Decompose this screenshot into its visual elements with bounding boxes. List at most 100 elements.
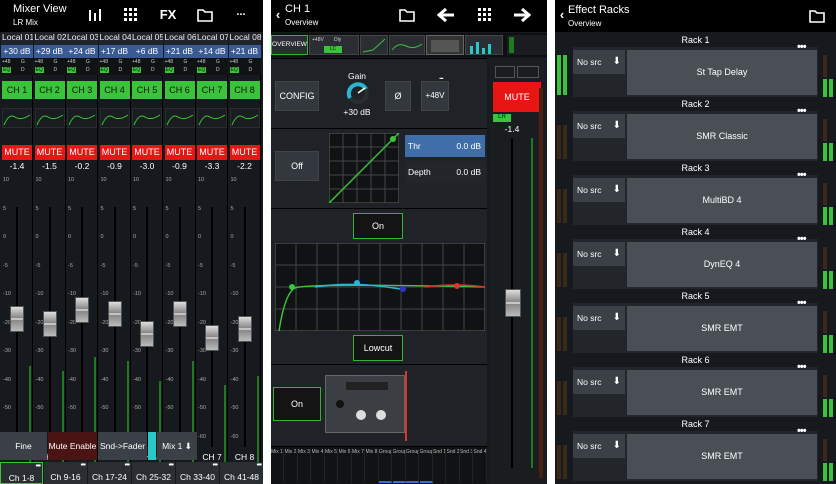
strip-fader-knob[interactable] [237,315,252,342]
strip-mute-button[interactable]: MUTE [197,145,227,160]
bank-menu-dots-icon[interactable]: ••• [213,455,218,477]
rack-effect-slot[interactable]: St Tap Delay [627,50,817,95]
tab-eq[interactable] [389,35,425,55]
gain-knob[interactable] [345,81,371,105]
send-slot[interactable]: Mix 2 [285,449,298,483]
bank-menu-dots-icon[interactable]: ••• [257,455,262,477]
send-slot[interactable]: Mix 7 [352,449,365,483]
more-button[interactable]: ... [232,6,250,18]
rack-source-select[interactable]: No src ⬇ [573,178,625,202]
back-chevron-icon[interactable]: ‹ [557,7,567,22]
bank-button[interactable]: Ch 33-40 ••• [176,462,219,484]
bank-menu-dots-icon[interactable]: ••• [125,455,130,477]
rack-source-select[interactable]: No src ⬇ [573,242,625,266]
folder-icon[interactable] [197,8,213,22]
strip-eq-curve[interactable] [164,108,195,128]
depth-param[interactable]: Depth 0.0 dB [405,161,485,183]
eq-on-button[interactable]: On [353,213,403,239]
strip-mute-button[interactable]: MUTE [164,145,195,160]
tab-gate[interactable] [360,35,388,55]
rack-menu-dots-icon[interactable]: ••• [797,169,807,181]
bank-menu-dots-icon[interactable]: ••• [81,455,86,477]
strip-gain-value[interactable]: +17 dB [98,45,131,58]
eq-graph[interactable] [275,243,485,331]
strip-gain-value[interactable]: +29 dB [33,45,66,58]
strip-mute-button[interactable]: MUTE [229,145,260,160]
strip-gain-value[interactable]: +14 dB [196,45,228,58]
lowcut-button[interactable]: Lowcut [353,335,403,361]
arrow-left-icon[interactable] [437,8,455,22]
phantom-button[interactable]: +48V [421,81,449,111]
send-slot[interactable]: Mix 6 [339,449,352,483]
grid-icon[interactable] [478,8,492,22]
channel-mute-button[interactable]: MUTE [493,82,541,112]
rack-effect-slot[interactable]: MultiBD 4 [627,178,817,223]
strip-input-source[interactable]: Local 07 [196,32,228,45]
bank-menu-dots-icon[interactable]: ••• [169,455,174,477]
rack-menu-dots-icon[interactable]: ••• [797,361,807,373]
send-slot[interactable]: Group 2 [392,449,406,483]
strip-eq-curve[interactable] [197,108,227,128]
mix-select-button[interactable]: Mix 1 ⬇ [157,432,197,460]
send-slot[interactable]: Group 3 [406,449,419,483]
gate-graph[interactable] [329,133,399,203]
grid-icon[interactable] [124,8,138,22]
rack-menu-dots-icon[interactable]: ••• [797,233,807,245]
strip-eq-curve[interactable] [2,108,32,128]
rack-effect-slot[interactable]: SMR Classic [627,114,817,159]
rack-menu-dots-icon[interactable]: ••• [797,425,807,437]
strip-eq-curve[interactable] [132,108,162,128]
strip-mute-button[interactable]: MUTE [67,145,97,160]
bank-button[interactable]: Ch 25-32 ••• [132,462,175,484]
strip-channel-label[interactable]: CH 8 [229,81,260,99]
fx-device-thumbnail[interactable] [325,375,405,433]
bank-button[interactable]: Ch 41-48 ••• [220,462,263,484]
strip-input-source[interactable]: Local 04 [98,32,131,45]
strip-gain-value[interactable]: +6 dB [131,45,163,58]
strip-channel-label[interactable]: CH 2 [34,81,65,99]
rack-effect-slot[interactable]: DynEQ 4 [627,242,817,287]
send-slot[interactable]: Group 1 [379,449,392,483]
rack-source-select[interactable]: No src ⬇ [573,114,625,138]
rack-menu-dots-icon[interactable]: ••• [797,105,807,117]
strip-input-source[interactable]: Local 08 [228,32,261,45]
tab-sends[interactable] [465,35,503,55]
thr-param[interactable]: Thr 0.0 dB [405,135,485,157]
rack-source-select[interactable]: No src ⬇ [573,434,625,458]
strip-mute-button[interactable]: MUTE [132,145,162,160]
strip-input-source[interactable]: Local 06 [163,32,196,45]
strip-channel-label[interactable]: CH 7 [197,81,227,99]
strip-gain-value[interactable]: +30 dB [1,45,33,58]
bank-button[interactable]: Ch 1-8 ••• [0,462,43,484]
more-dots-icon[interactable]: ... [439,72,444,81]
lr-assign-badge[interactable]: LR [493,114,511,122]
send-slot[interactable]: Group 4 [419,449,433,483]
strip-fader-knob[interactable] [205,325,219,352]
bank-button[interactable]: Ch 9-16 ••• [44,462,87,484]
bank-menu-dots-icon[interactable]: ••• [36,456,41,478]
strip-mute-button[interactable]: MUTE [2,145,32,160]
strip-mute-button[interactable]: MUTE [99,145,130,160]
fx-button[interactable]: FX [157,7,179,22]
strip-fader-knob[interactable] [140,320,154,347]
strip-eq-curve[interactable] [34,108,65,128]
strip-gain-value[interactable]: +21 dB [163,45,196,58]
send-slot[interactable]: Mix 8 [366,449,379,483]
gate-off-button[interactable]: Off [275,151,319,181]
send-slot[interactable]: Snd 1 [433,449,446,483]
folder-icon[interactable] [809,9,825,23]
rack-effect-slot[interactable]: SMR EMT [627,370,817,415]
strip-channel-label[interactable]: CH 1 [2,81,32,99]
config-button[interactable]: CONFIG [275,81,319,111]
arrow-right-icon[interactable] [513,8,531,22]
meters-icon[interactable] [88,8,102,22]
fx-on-button[interactable]: On [273,387,321,421]
send-slot[interactable]: Mix 3 [298,449,311,483]
channel-fader-knob[interactable] [505,289,521,318]
rack-menu-dots-icon[interactable]: ••• [797,41,807,53]
send-slot[interactable]: Mix 1 [271,449,284,483]
tab-main-meter[interactable] [507,35,547,55]
rack-source-select[interactable]: No src ⬇ [573,306,625,330]
snd-fader-button[interactable]: Snd->Fader [98,432,147,460]
strip-eq-curve[interactable] [67,108,97,128]
